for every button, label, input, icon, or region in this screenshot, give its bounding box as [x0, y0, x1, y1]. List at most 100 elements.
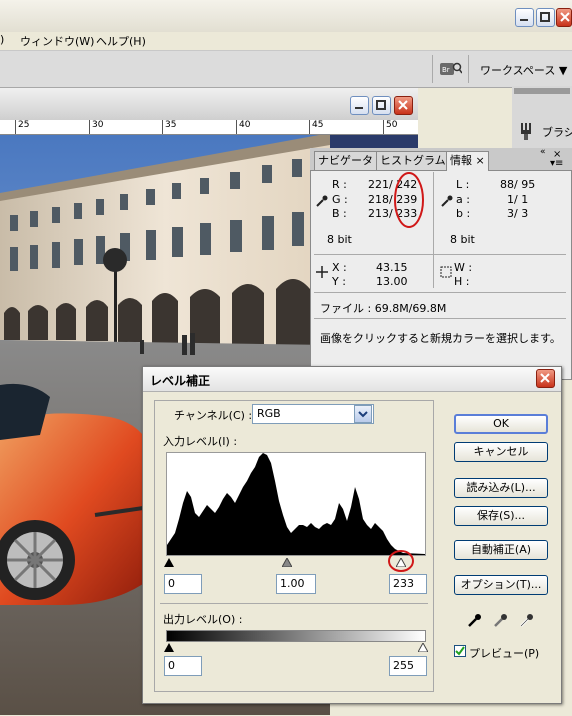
output-white-field[interactable]: 255 [389, 656, 427, 676]
options-button[interactable]: オプション(T)... [454, 575, 548, 595]
ruler-label: 25 [18, 120, 30, 130]
white-eyedropper-icon[interactable] [519, 612, 535, 628]
selection-size-icon [440, 266, 452, 281]
brush-icon[interactable] [518, 122, 534, 140]
minimize-icon [355, 107, 363, 109]
channel-label: チャンネル(C) : [174, 409, 253, 422]
input-gamma-slider[interactable] [282, 558, 292, 567]
info-divider [433, 172, 434, 258]
bit-depth-right: 8 bit [450, 233, 475, 246]
chevron-down-icon[interactable] [354, 405, 372, 423]
eyedropper-icon[interactable] [441, 195, 453, 210]
input-black-field[interactable]: 0 [164, 574, 202, 594]
doc-maximize-button[interactable] [372, 96, 391, 115]
black-eyedropper-icon[interactable] [467, 612, 483, 628]
menu-edge-fragment[interactable]: ) [0, 33, 4, 46]
save-button[interactable]: 保存(S)... [454, 506, 548, 526]
output-black-field[interactable]: 0 [164, 656, 202, 676]
gray-eyedropper-icon[interactable] [493, 612, 509, 628]
toolbar-divider [432, 55, 433, 83]
tab-info[interactable]: 情報 × [446, 151, 489, 171]
document-titlebar [0, 88, 418, 121]
load-button[interactable]: 読み込み(L)... [454, 478, 548, 498]
output-white-slider[interactable] [418, 643, 428, 652]
minimize-button[interactable] [515, 8, 534, 27]
output-levels-label: 出力レベル(O) : [163, 613, 243, 626]
histogram-graph [167, 453, 425, 555]
info-panel-tabbar: ナビゲータ ヒストグラム 情報 × « × ▾≡ [310, 147, 572, 171]
collapse-icon[interactable]: « [540, 147, 546, 157]
maximize-icon [540, 12, 550, 22]
checkmark-icon [455, 646, 465, 656]
file-size-info: ファイル : 69.8M/69.8M [320, 302, 447, 315]
tab-histogram[interactable]: ヒストグラム [376, 151, 450, 170]
doc-minimize-button[interactable] [350, 96, 369, 115]
info-y-label: Y : [332, 275, 346, 288]
output-gradient-bar [166, 630, 426, 642]
info-x-label: X : [332, 261, 347, 274]
auto-button[interactable]: 自動補正(A) [454, 540, 548, 560]
ruler-label: 30 [92, 120, 104, 130]
toolbar-divider [468, 55, 469, 83]
maximize-icon [376, 100, 386, 110]
input-white-field[interactable]: 233 [389, 574, 427, 594]
info-separator [314, 254, 566, 255]
menu-bar: ) ウィンドウ(W) ヘルプ(H) [0, 32, 572, 50]
workspace-menu[interactable]: ワークスペース ▼ [480, 62, 567, 78]
close-icon [560, 12, 570, 22]
menu-window[interactable]: ウィンドウ(W) [20, 33, 94, 49]
input-black-slider[interactable] [164, 558, 174, 567]
doc-close-button[interactable] [394, 96, 413, 115]
info-l-label: L : [456, 178, 470, 191]
info-separator [314, 292, 566, 293]
info-b-label: B : [332, 207, 347, 220]
svg-text:Br: Br [442, 66, 450, 74]
info-separator [314, 318, 566, 319]
preview-checkbox[interactable] [454, 645, 466, 657]
crosshair-icon [316, 266, 328, 281]
minimize-icon [520, 19, 528, 21]
menu-help[interactable]: ヘルプ(H) [96, 33, 146, 49]
options-toolbar: Br ワークスペース ▼ [0, 50, 572, 88]
levels-dialog-title: レベル補正 [150, 374, 211, 388]
cancel-button[interactable]: キャンセル [454, 442, 548, 462]
ruler-label: 45 [312, 120, 324, 130]
ruler-label: 50 [386, 120, 398, 130]
ruler-label: 35 [165, 120, 177, 130]
info-lab-b-label: b : [456, 207, 471, 220]
close-tab-icon[interactable]: × [476, 154, 485, 167]
brush-panel-label[interactable]: ブラシ [542, 124, 572, 140]
info-y-value: 13.00 [376, 275, 408, 288]
input-gamma-field[interactable]: 1.00 [276, 574, 316, 594]
info-a-label: a : [456, 193, 470, 206]
info-x-value: 43.15 [376, 261, 408, 274]
dock-grip[interactable] [514, 88, 570, 94]
bridge-icon[interactable]: Br [440, 61, 463, 77]
tab-navigator[interactable]: ナビゲータ [314, 151, 377, 170]
info-hint-text: 画像をクリックすると新規カラーを選択します。 [320, 332, 561, 345]
info-h-label: H : [454, 275, 470, 288]
right-dock: ブラシ [512, 86, 572, 156]
close-icon [398, 100, 408, 110]
levels-close-button[interactable] [536, 369, 555, 388]
info-divider [433, 258, 434, 288]
eyedropper-icon[interactable] [316, 195, 328, 210]
tab-info-label: 情報 [450, 154, 472, 167]
input-levels-label: 入力レベル(I) : [163, 435, 238, 448]
info-w-label: W : [454, 261, 473, 274]
maximize-button[interactable] [536, 8, 555, 27]
histogram [166, 452, 426, 556]
panel-menu-icon[interactable]: ▾≡ [550, 158, 563, 169]
info-r-label: R : [332, 178, 347, 191]
ruler-label: 40 [239, 120, 251, 130]
close-button[interactable] [556, 8, 572, 27]
output-black-slider[interactable] [164, 643, 174, 652]
app-titlebar [0, 0, 572, 33]
ok-button[interactable]: OK [454, 414, 548, 434]
channel-select-value: RGB [257, 407, 281, 420]
close-icon [540, 373, 550, 383]
info-l-value: 88/ 95 [500, 178, 536, 191]
preview-label[interactable]: プレビュー(P) [469, 645, 539, 661]
info-lab-b-value: 3/ 3 [507, 207, 529, 220]
horizontal-ruler[interactable]: 25 30 35 40 45 50 [0, 120, 418, 135]
